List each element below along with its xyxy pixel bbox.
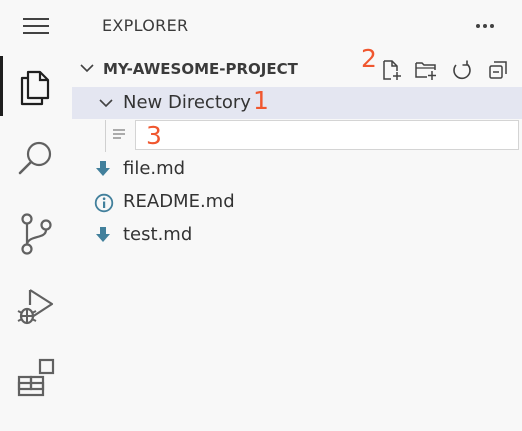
activity-extensions[interactable] <box>0 348 72 408</box>
menu-button[interactable] <box>0 0 72 52</box>
activity-explorer[interactable] <box>0 56 72 116</box>
activity-search[interactable] <box>0 128 72 188</box>
annotation-number: 1 <box>253 86 269 115</box>
collapse-all-icon <box>489 61 507 79</box>
indent-guide <box>105 120 106 152</box>
annotation-number: 3 <box>146 121 162 150</box>
chevron-down-icon <box>80 64 94 73</box>
new-file-icon <box>383 60 401 80</box>
new-folder-button[interactable] <box>412 56 440 84</box>
sidebar-title: EXPLORER <box>102 16 189 35</box>
new-folder-icon <box>415 62 436 80</box>
activity-run-debug[interactable] <box>0 276 72 336</box>
collapse-all-button[interactable] <box>484 56 512 84</box>
files-icon <box>20 70 50 106</box>
refresh-icon <box>453 60 471 80</box>
source-control-icon <box>21 213 52 255</box>
search-icon <box>18 141 52 175</box>
hamburger-menu-icon <box>23 18 49 34</box>
info-icon <box>94 193 114 213</box>
markdown-arrow-icon <box>96 161 110 176</box>
explorer-sidebar: EXPLORER MY-AWESOME-PROJECT New Director… <box>72 0 522 431</box>
file-label: file.md <box>123 158 186 179</box>
file-text-icon <box>113 129 125 139</box>
file-label: test.md <box>123 224 193 245</box>
activity-source-control[interactable] <box>0 204 72 264</box>
tree-file-row[interactable]: README.md <box>72 186 522 218</box>
chevron-down-icon <box>99 99 113 108</box>
new-file-name-input[interactable] <box>135 120 519 150</box>
more-actions-button[interactable] <box>472 14 498 38</box>
annotation-number: 2 <box>361 44 377 73</box>
extensions-icon <box>17 358 55 397</box>
project-title: MY-AWESOME-PROJECT <box>103 60 298 78</box>
project-section-header[interactable]: MY-AWESOME-PROJECT <box>72 56 522 84</box>
file-label: README.md <box>123 191 235 212</box>
tree-folder-new-directory[interactable]: New Directory <box>72 87 522 119</box>
activity-bar <box>0 0 72 431</box>
markdown-arrow-icon <box>96 227 110 242</box>
tree-file-row[interactable]: test.md <box>72 219 522 251</box>
ellipsis-icon <box>476 24 494 28</box>
tree-file-row[interactable]: file.md <box>72 153 522 185</box>
run-debug-icon <box>17 289 54 325</box>
new-file-button[interactable] <box>377 56 405 84</box>
refresh-button[interactable] <box>448 56 476 84</box>
folder-label: New Directory <box>123 92 251 113</box>
